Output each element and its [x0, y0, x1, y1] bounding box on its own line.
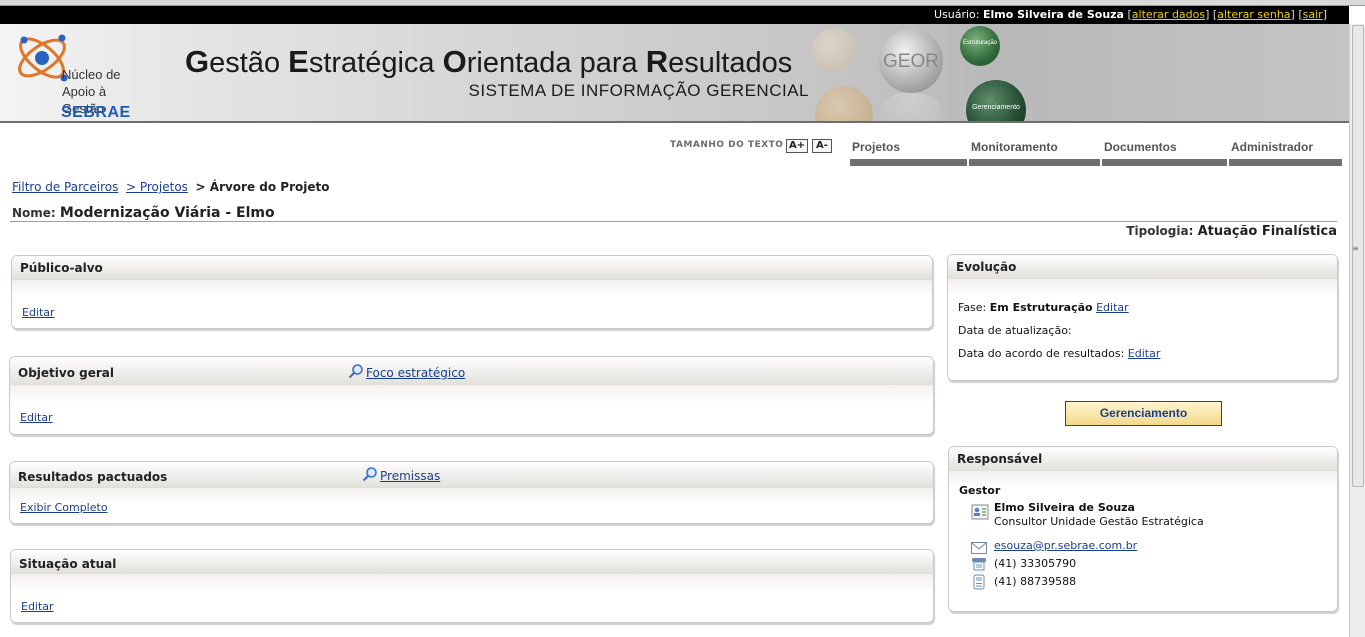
decrease-text-button[interactable]: A- [812, 139, 832, 153]
contact-card-icon [971, 504, 989, 520]
foco-estrategico-link[interactable]: Foco estratégico [348, 363, 465, 380]
nav-tab-administrador[interactable]: Administrador [1229, 140, 1342, 166]
evolucao-panel: Evolução Fase: Em Estruturação Editar Da… [947, 254, 1338, 381]
panel-title: Objetivo geral [18, 366, 114, 380]
magnifier-icon [348, 364, 363, 379]
premissas-link[interactable]: Premissas [362, 466, 440, 483]
situacao-atual-panel: Situação atual Editar [10, 549, 934, 623]
breadcrumb-filtro-parceiros[interactable]: Filtro de Parceiros [12, 180, 118, 194]
responsavel-role: Gestor [959, 484, 1001, 497]
user-bar: Usuário: Elmo Silveira de Souza [alterar… [0, 6, 1349, 24]
nav-tab-projetos[interactable]: Projetos [850, 140, 967, 166]
responsavel-position: Consultor Unidade Gestão Estratégica [994, 515, 1204, 528]
user-name: Elmo Silveira de Souza [983, 8, 1124, 21]
alterar-dados-link[interactable]: alterar dados [1132, 8, 1205, 21]
app-title: Gestão Estratégica Orientada para Result… [185, 44, 793, 79]
geor-ball: GEOR [879, 29, 943, 93]
alterar-senha-link[interactable]: alterar senha [1217, 8, 1290, 21]
data-acordo-row: Data do acordo de resultados: Editar [958, 347, 1161, 360]
publico-alvo-edit-link[interactable]: Editar [22, 306, 55, 319]
responsavel-name: Elmo Silveira de Souza [994, 501, 1135, 514]
scrollbar-grip-icon: ≡ [1352, 244, 1359, 253]
panel-title: Resultados pactuados [18, 470, 168, 484]
faded-ball-decoration [815, 86, 873, 121]
data-atualizacao-label: Data de atualização: [958, 324, 1072, 337]
project-name-value: Modernização Viária - Elmo [59, 205, 275, 221]
ball-reflection [880, 92, 942, 121]
panel-title: Responsável [949, 447, 1337, 471]
project-name-label: Nome: [12, 206, 56, 220]
nav-tab-documentos[interactable]: Documentos [1102, 140, 1227, 166]
faded-ball-decoration [812, 28, 856, 72]
estruturacao-ball: Estruturação [960, 26, 1000, 66]
tipologia-label: Tipologia: [1126, 224, 1194, 238]
magnifier-icon [362, 467, 377, 482]
email-link[interactable]: esouza@pr.sebrae.com.br [994, 539, 1137, 552]
panel-title: Evolução [948, 255, 1337, 279]
mobile-phone-icon [973, 574, 985, 590]
fase-value: Em Estruturação [989, 301, 1093, 314]
breadcrumb: Filtro de Parceiros > Projetos > Árvore … [12, 180, 330, 194]
project-tipologia: Tipologia: Atuação Finalística [1126, 224, 1337, 239]
fase-row: Fase: Em Estruturação Editar [958, 301, 1129, 314]
breadcrumb-current: > Árvore do Projeto [195, 180, 330, 194]
user-label: Usuário: [933, 8, 980, 21]
phone-number: (41) 33305790 [994, 557, 1077, 570]
situacao-atual-edit-link[interactable]: Editar [21, 600, 54, 613]
scrollbar-thumb[interactable] [1352, 25, 1364, 487]
sair-link[interactable]: sair [1303, 8, 1323, 21]
panel-title: Público-alvo [12, 256, 932, 280]
breadcrumb-projetos[interactable]: > Projetos [126, 180, 188, 194]
responsavel-panel: Responsável Gestor Elmo Silveira de Souz… [948, 446, 1338, 612]
gerenciamento-button[interactable]: Gerenciamento [1065, 401, 1222, 426]
header-banner: Núcleo de Apoio à Gestão SEBRAE Gestão E… [0, 24, 1349, 123]
project-name: Nome: Modernização Viária - Elmo [12, 205, 275, 221]
app-subtitle: SISTEMA DE INFORMAÇÃO GERENCIAL [468, 81, 809, 100]
gerenciamento-ball: Gerenciamento [966, 80, 1026, 121]
nav-tab-monitoramento[interactable]: Monitoramento [969, 140, 1100, 166]
data-acordo-edit-link[interactable]: Editar [1128, 347, 1161, 360]
fase-edit-link[interactable]: Editar [1096, 301, 1129, 314]
mobile-number: (41) 88739588 [994, 575, 1077, 588]
exibir-completo-link[interactable]: Exibir Completo [20, 501, 108, 514]
sebrae-logo: Núcleo de Apoio à Gestão SEBRAE [14, 28, 144, 121]
objetivo-geral-panel: Objetivo geral Foco estratégico Editar [9, 356, 934, 435]
email-icon [971, 542, 987, 554]
objetivo-geral-edit-link[interactable]: Editar [20, 411, 53, 424]
logo-line-1: Núcleo de [62, 67, 121, 82]
phone-icon [972, 558, 986, 571]
logo-brand: SEBRAE [61, 104, 131, 121]
panel-title: Situação atual [11, 550, 933, 574]
divider [10, 221, 1337, 222]
publico-alvo-panel: Público-alvo Editar [11, 255, 933, 329]
resultados-pactuados-panel: Resultados pactuados Premissas Exibir Co… [9, 461, 934, 524]
increase-text-button[interactable]: A+ [786, 139, 808, 153]
text-size-label: TAMANHO DO TEXTO [670, 140, 784, 150]
tipologia-value: Atuação Finalística [1197, 224, 1337, 239]
vertical-scrollbar[interactable]: ≡ [1349, 24, 1365, 637]
